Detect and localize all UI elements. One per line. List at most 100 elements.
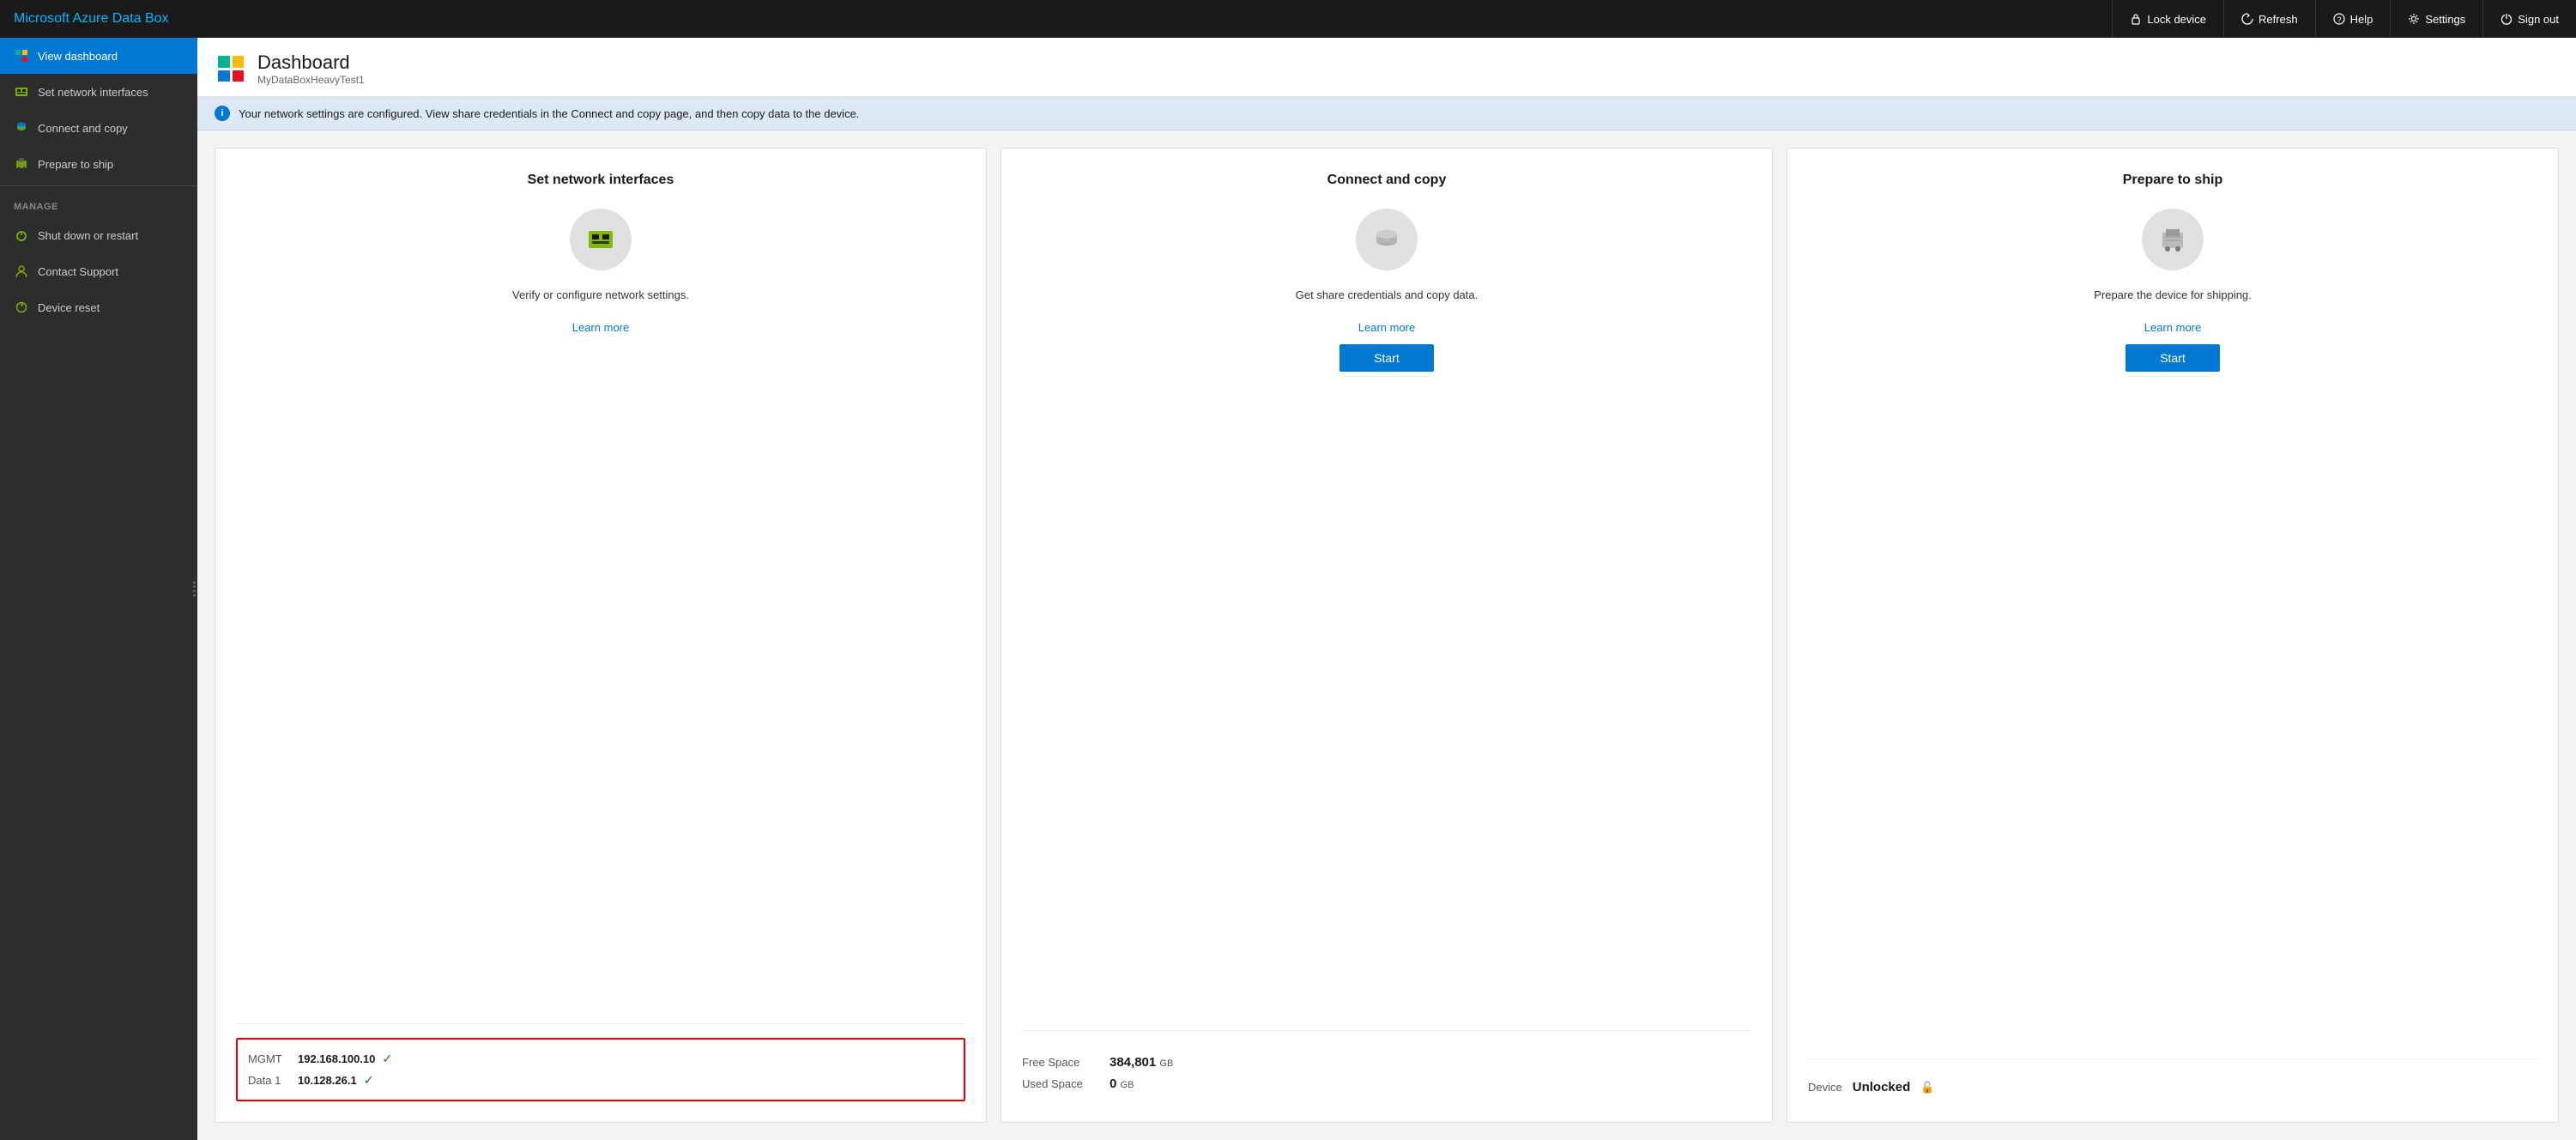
refresh-icon [2241,13,2253,25]
database-svg-icon [1370,222,1404,257]
dashboard-grid-icon [218,56,244,82]
sidebar-item-view-dashboard[interactable]: View dashboard [0,38,197,74]
used-space-number: 0 [1110,1076,1116,1091]
sidebar-item-label: Prepare to ship [38,158,113,171]
device-status-row: Device Unlocked 🔓 [1808,1073,2537,1101]
sign-out-label: Sign out [2518,13,2559,26]
info-banner-message: Your network settings are configured. Vi… [239,107,859,120]
sidebar-resize-handle[interactable] [190,581,197,597]
ship-icon [2142,209,2204,270]
card-title: Prepare to ship [1808,173,2537,188]
card-icon-container [1022,209,1751,270]
sidebar-item-connect-and-copy[interactable]: Connect and copy [0,110,197,146]
sidebar-item-contact-support[interactable]: Contact Support [0,253,197,289]
learn-more-link[interactable]: Learn more [2144,321,2201,334]
learn-more-link[interactable]: Learn more [572,321,629,334]
connect-copy-icon [14,120,29,136]
sidebar-item-shut-down-or-restart[interactable]: Shut down or restart [0,217,197,253]
lock-device-label: Lock device [2147,13,2206,26]
card-learn-more: Learn more [1808,320,2537,334]
refresh-label: Refresh [2259,13,2298,26]
card-learn-more: Learn more [1022,320,1751,334]
connect-copy-start-button[interactable]: Start [1339,344,1434,372]
card-description: Get share credentials and copy data. [1022,288,1751,303]
network-icon [14,84,29,100]
sidebar-item-label: View dashboard [38,50,118,63]
dashboard-header: Dashboard MyDataBoxHeavyTest1 [197,38,2576,97]
top-nav-actions: Lock device Refresh ? Help Settings [2112,0,2576,38]
support-icon [14,264,29,279]
card-footer-space: Free Space 384,801 GB Used Space 0 GB [1022,1030,1751,1101]
ship-svg-icon [2156,222,2190,257]
card-action: Start [1808,344,2537,372]
settings-button[interactable]: Settings [2390,0,2482,38]
card-footer-network: MGMT 192.168.100.10 ✓ Data 1 10.128.26.1… [236,1023,965,1101]
lock-device-button[interactable]: Lock device [2112,0,2223,38]
card-footer-device: Device Unlocked 🔓 [1808,1058,2537,1101]
brand-title: Microsoft Azure Data Box [14,11,169,27]
help-button[interactable]: ? Help [2315,0,2391,38]
mgmt-ip: 192.168.100.10 [298,1052,375,1065]
free-space-label: Free Space [1022,1056,1099,1069]
help-label: Help [2350,13,2373,26]
sidebar: View dashboard Set network interfaces [0,38,197,1140]
card-description: Prepare the device for shipping. [1808,288,2537,303]
unlock-icon[interactable]: 🔓 [1920,1081,1934,1095]
device-label: Device [1808,1081,1842,1094]
card-connect-and-copy: Connect and copy Get share credentials a… [1001,148,1773,1123]
mgmt-label: MGMT [248,1052,291,1065]
learn-more-link[interactable]: Learn more [1358,321,1415,334]
dashboard-title: Dashboard [257,52,365,74]
free-space-row: Free Space 384,801 GB [1022,1052,1751,1073]
free-space-number: 384,801 [1110,1055,1156,1070]
lock-icon [2130,13,2142,25]
card-action: Start [1022,344,1751,372]
sidebar-item-label: Contact Support [38,265,118,278]
network-row-mgmt: MGMT 192.168.100.10 ✓ [248,1048,953,1070]
sidebar-item-label: Connect and copy [38,122,128,135]
device-value: Unlocked [1853,1080,1911,1095]
sidebar-divider [0,185,197,186]
sidebar-item-device-reset[interactable]: Device reset [0,289,197,325]
sign-out-button[interactable]: Sign out [2482,0,2576,38]
card-learn-more: Learn more [236,320,965,334]
used-space-value: 0 GB [1110,1076,1134,1091]
help-icon: ? [2333,13,2345,25]
card-title: Connect and copy [1022,173,1751,188]
data1-ip: 10.128.26.1 [298,1074,357,1087]
content-area: Dashboard MyDataBoxHeavyTest1 i Your net… [197,38,2576,1140]
network-svg-icon [584,222,618,257]
space-table: Free Space 384,801 GB Used Space 0 GB [1022,1045,1751,1101]
power-icon [2500,13,2513,25]
settings-icon [2408,13,2420,25]
reset-icon [14,300,29,315]
connect-copy-icon [1356,209,1418,270]
ship-icon [14,156,29,172]
free-space-unit: GB [1159,1058,1173,1069]
dashboard-title-block: Dashboard MyDataBoxHeavyTest1 [257,52,365,86]
prepare-ship-start-button[interactable]: Start [2126,344,2220,372]
data1-check-icon: ✓ [364,1073,374,1088]
used-space-unit: GB [1121,1080,1134,1090]
svg-text:?: ? [2337,15,2341,24]
settings-label: Settings [2425,13,2465,26]
network-table: MGMT 192.168.100.10 ✓ Data 1 10.128.26.1… [236,1038,965,1101]
card-description: Verify or configure network settings. [236,288,965,303]
sidebar-item-prepare-to-ship[interactable]: Prepare to ship [0,146,197,182]
top-nav: Microsoft Azure Data Box Lock device Ref… [0,0,2576,38]
sidebar-item-set-network-interfaces[interactable]: Set network interfaces [0,74,197,110]
info-icon: i [215,106,230,121]
data1-label: Data 1 [248,1074,291,1087]
main-layout: View dashboard Set network interfaces [0,38,2576,1140]
shutdown-icon [14,227,29,243]
card-icon-container [1808,209,2537,270]
network-interfaces-icon [570,209,632,270]
manage-section-label: MANAGE [0,190,197,217]
sidebar-item-label: Set network interfaces [38,86,148,99]
card-title: Set network interfaces [236,173,965,188]
mgmt-check-icon: ✓ [382,1052,392,1066]
refresh-button[interactable]: Refresh [2223,0,2315,38]
dashboard-grid-icon [14,48,29,64]
cards-container: Set network interfaces Verify or configu… [197,130,2576,1140]
card-prepare-to-ship: Prepare to ship Prepare the device f [1787,148,2559,1123]
